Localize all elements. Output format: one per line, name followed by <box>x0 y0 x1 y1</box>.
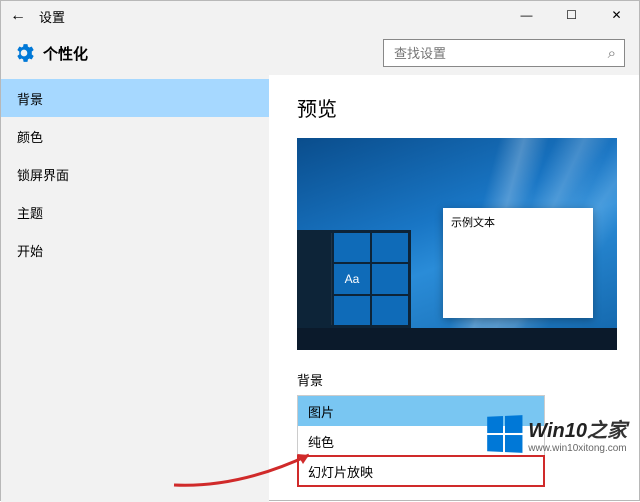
maximize-button[interactable]: ☐ <box>549 1 594 29</box>
dropdown-option-label: 幻灯片放映 <box>308 462 373 481</box>
search-input[interactable] <box>392 45 608 62</box>
preview-heading: 预览 <box>297 93 639 122</box>
sidebar-item-themes[interactable]: 主题 <box>1 193 269 231</box>
taskbar-preview <box>297 328 617 350</box>
sample-window-text: 示例文本 <box>451 217 495 229</box>
close-button[interactable]: ✕ <box>594 1 639 29</box>
sidebar-item-label: 主题 <box>17 203 43 222</box>
dropdown-option-slideshow[interactable]: 幻灯片放映 <box>298 456 544 486</box>
start-menu-preview: Aa <box>297 230 411 328</box>
back-button[interactable]: ← <box>1 2 35 30</box>
sidebar-item-label: 锁屏界面 <box>17 165 69 184</box>
sidebar-item-label: 背景 <box>17 89 43 108</box>
sidebar: 背景 颜色 锁屏界面 主题 开始 <box>1 75 269 502</box>
maximize-icon: ☐ <box>566 8 577 22</box>
sample-window: 示例文本 <box>443 208 593 318</box>
close-icon: ✕ <box>611 8 621 22</box>
search-icon[interactable]: ⌕ <box>608 45 616 62</box>
titlebar: ← 设置 — ☐ ✕ <box>1 1 639 31</box>
minimize-button[interactable]: — <box>504 1 549 29</box>
window-controls: — ☐ ✕ <box>504 1 639 29</box>
gear-icon <box>13 42 35 64</box>
header: 个性化 ⌕ <box>1 31 639 75</box>
back-icon: ← <box>10 7 26 25</box>
desktop-preview: 示例文本 Aa <box>297 138 617 350</box>
sidebar-item-background[interactable]: 背景 <box>1 79 269 117</box>
minimize-icon: — <box>521 8 533 22</box>
background-dropdown[interactable]: 图片 纯色 幻灯片放映 <box>297 395 545 487</box>
sidebar-item-lockscreen[interactable]: 锁屏界面 <box>1 155 269 193</box>
dropdown-option-label: 纯色 <box>308 432 334 451</box>
page-title: 个性化 <box>43 43 88 64</box>
sidebar-item-label: 颜色 <box>17 127 43 146</box>
content: 背景 颜色 锁屏界面 主题 开始 预览 示例文本 Aa 背景 图片 纯色 幻灯片… <box>1 75 639 502</box>
dropdown-option-solid[interactable]: 纯色 <box>298 426 544 456</box>
sidebar-item-label: 开始 <box>17 241 43 260</box>
search-box[interactable]: ⌕ <box>383 39 625 67</box>
dropdown-option-label: 图片 <box>308 402 334 421</box>
tile-aa: Aa <box>334 264 370 293</box>
background-label: 背景 <box>297 370 639 389</box>
sidebar-item-colors[interactable]: 颜色 <box>1 117 269 155</box>
main-panel: 预览 示例文本 Aa 背景 图片 纯色 幻灯片放映 <box>269 75 639 502</box>
window-title: 设置 <box>35 7 65 26</box>
sidebar-item-start[interactable]: 开始 <box>1 231 269 269</box>
dropdown-selected[interactable]: 图片 <box>298 396 544 426</box>
